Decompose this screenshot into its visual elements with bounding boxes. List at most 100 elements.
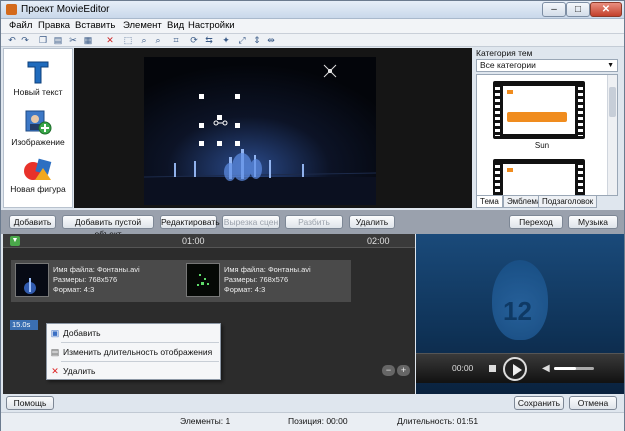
zoom-out-icon[interactable]: ⌕ bbox=[153, 35, 163, 45]
menu-file[interactable]: Файл bbox=[9, 20, 32, 31]
player-time: 00:00 bbox=[452, 363, 474, 373]
stretch-icon[interactable]: ⤢ bbox=[237, 35, 247, 45]
player-controls: 00:00 ◀ bbox=[416, 353, 624, 383]
context-change-duration-label: Изменить длительность отображения bbox=[63, 347, 213, 357]
theme-category-select[interactable]: Все категории ▼ bbox=[476, 59, 618, 72]
context-menu: ▣ Добавить ▤ Изменить длительность отобр… bbox=[46, 323, 221, 380]
theme-tabs: Тема Эмблема Подзаголовок bbox=[476, 196, 618, 208]
status-elements: Элементы: 1 bbox=[180, 416, 231, 426]
transition-button[interactable]: Переход bbox=[509, 215, 563, 229]
fountain-night-image bbox=[144, 57, 376, 205]
video-clip[interactable]: Имя файла: Фонтаны.avi Размеры: 768x576 … bbox=[186, 263, 346, 299]
video-clip[interactable]: Имя файла: Фонтаны.avi Размеры: 768x576 … bbox=[15, 263, 180, 299]
menu-element[interactable]: Элемент bbox=[123, 20, 162, 31]
image-label: Изображение bbox=[11, 137, 65, 147]
context-delete-label: Удалить bbox=[63, 366, 96, 376]
rotate-icon[interactable]: ⟳ bbox=[189, 35, 199, 45]
image-add-icon bbox=[25, 110, 52, 135]
film-holes-left bbox=[495, 162, 500, 195]
status-position: Позиция: 00:00 bbox=[288, 416, 348, 426]
delete-icon[interactable]: ✕ bbox=[105, 35, 115, 45]
menu-settings[interactable]: Настройки bbox=[188, 20, 235, 31]
new-text-tool[interactable]: Новый текст bbox=[4, 59, 72, 97]
menu-insert[interactable]: Вставить bbox=[75, 20, 115, 31]
music-button[interactable]: Музыка bbox=[568, 215, 618, 229]
crop-icon[interactable]: ⌗ bbox=[171, 35, 181, 45]
new-shape-tool[interactable]: Новая фигура bbox=[4, 156, 72, 194]
scrollbar-thumb[interactable] bbox=[609, 87, 616, 117]
tab-subtitle[interactable]: Подзаголовок bbox=[538, 196, 598, 208]
select-icon[interactable]: ⬚ bbox=[123, 35, 133, 45]
zoom-out-button[interactable]: − bbox=[382, 365, 395, 376]
context-change-duration[interactable]: ▤ Изменить длительность отображения bbox=[47, 345, 220, 359]
help-button[interactable]: Помощь bbox=[6, 396, 54, 410]
zoom-icon[interactable]: ⌕ bbox=[139, 35, 149, 45]
save-icon[interactable]: ▦ bbox=[83, 35, 93, 45]
clip-filename: Имя файла: Фонтаны.avi bbox=[53, 265, 140, 274]
cut-scenes-button[interactable]: Вырезка сцен bbox=[222, 215, 280, 229]
film-holes-right bbox=[578, 162, 583, 195]
clip-thumbnail-image bbox=[16, 264, 48, 296]
clip-size: Размеры: 768x576 bbox=[224, 275, 289, 284]
window-title: Проект MovieEditor bbox=[21, 4, 110, 15]
action-bar: Добавить Добавить пустой объект Редактир… bbox=[1, 210, 624, 239]
play-button[interactable] bbox=[503, 357, 527, 381]
close-button[interactable]: ✕ bbox=[590, 2, 622, 17]
add-empty-object-button[interactable]: Добавить пустой объект bbox=[62, 215, 154, 239]
cancel-button[interactable]: Отмена bbox=[569, 396, 617, 410]
timeline-ruler[interactable]: ▼ 01:00 02:00 bbox=[3, 234, 415, 248]
context-add[interactable]: ▣ Добавить bbox=[47, 326, 220, 340]
theme-category-value: Все категории bbox=[480, 60, 536, 70]
delete-icon: ✕ bbox=[51, 366, 59, 376]
delete-button[interactable]: Удалить bbox=[349, 215, 395, 229]
new-text-label: Новый текст bbox=[13, 87, 63, 97]
tab-theme[interactable]: Тема bbox=[476, 196, 503, 208]
theme-sun-shape bbox=[507, 168, 513, 172]
theme-name: Sun bbox=[534, 141, 550, 150]
image-tool[interactable]: Изображение bbox=[4, 109, 72, 147]
context-delete[interactable]: ✕ Удалить bbox=[47, 364, 220, 378]
clip-filename: Имя файла: Фонтаны.avi bbox=[224, 265, 311, 274]
split-icon[interactable]: ⇹ bbox=[266, 35, 276, 45]
theme-sun-shape bbox=[507, 90, 513, 94]
clip-track: Имя файла: Фонтаны.avi Размеры: 768x576 … bbox=[11, 260, 351, 302]
clip-format: Формат: 4:3 bbox=[53, 285, 95, 294]
clip-thumbnail-image bbox=[187, 264, 219, 296]
menu-edit[interactable]: Правка bbox=[38, 20, 70, 31]
align-icon[interactable]: ⇕ bbox=[252, 35, 262, 45]
paste-icon[interactable]: ▤ bbox=[53, 35, 63, 45]
flip-icon[interactable]: ⇆ bbox=[204, 35, 214, 45]
maximize-button[interactable]: □ bbox=[566, 2, 590, 17]
volume-icon[interactable]: ◀ bbox=[542, 363, 550, 374]
minimize-button[interactable]: – bbox=[542, 2, 566, 17]
title-bar: Проект MovieEditor – □ ✕ bbox=[1, 1, 624, 19]
player-logo-number: 12 bbox=[503, 296, 532, 326]
add-button[interactable]: Добавить bbox=[9, 215, 56, 229]
theme-thumbnail-canvas bbox=[503, 164, 575, 195]
split-video-button[interactable]: Разбить видео bbox=[285, 215, 343, 239]
stop-icon[interactable] bbox=[489, 365, 496, 372]
duration-label[interactable]: 15.0s bbox=[10, 320, 38, 330]
zoom-in-button[interactable]: + bbox=[397, 365, 410, 376]
new-shape-label: Новая фигура bbox=[10, 184, 66, 194]
toolbar: ↶ ↷ ❐ ▤ ✂ ▦ ✕ ⬚ ⌕ ⌕ ⌗ ⟳ ⇆ ✦ ⤢ ⇕ ⇹ bbox=[1, 34, 624, 47]
text-icon bbox=[26, 59, 50, 85]
copy-icon[interactable]: ❐ bbox=[38, 35, 48, 45]
save-button[interactable]: Сохранить bbox=[514, 396, 564, 410]
volume-slider[interactable] bbox=[554, 367, 594, 370]
edit-button[interactable]: Редактировать bbox=[160, 215, 220, 229]
theme-thumbnail-2[interactable] bbox=[493, 159, 585, 195]
film-holes-right bbox=[578, 84, 583, 136]
theme-list-scrollbar[interactable] bbox=[607, 75, 617, 195]
media-player: 12 00:00 ◀ bbox=[416, 234, 624, 394]
playhead-marker[interactable]: ▼ bbox=[10, 236, 20, 246]
undo-icon[interactable]: ↶ bbox=[7, 35, 17, 45]
video-frame[interactable] bbox=[144, 57, 376, 205]
redo-icon[interactable]: ↷ bbox=[20, 35, 30, 45]
effects-icon[interactable]: ✦ bbox=[221, 35, 231, 45]
ruler-mark: 02:00 bbox=[367, 236, 390, 246]
cut-icon[interactable]: ✂ bbox=[68, 35, 78, 45]
theme-thumbnail-sun[interactable] bbox=[493, 81, 585, 139]
theme-list[interactable]: Sun bbox=[476, 74, 618, 196]
menu-view[interactable]: Вид bbox=[167, 20, 184, 31]
